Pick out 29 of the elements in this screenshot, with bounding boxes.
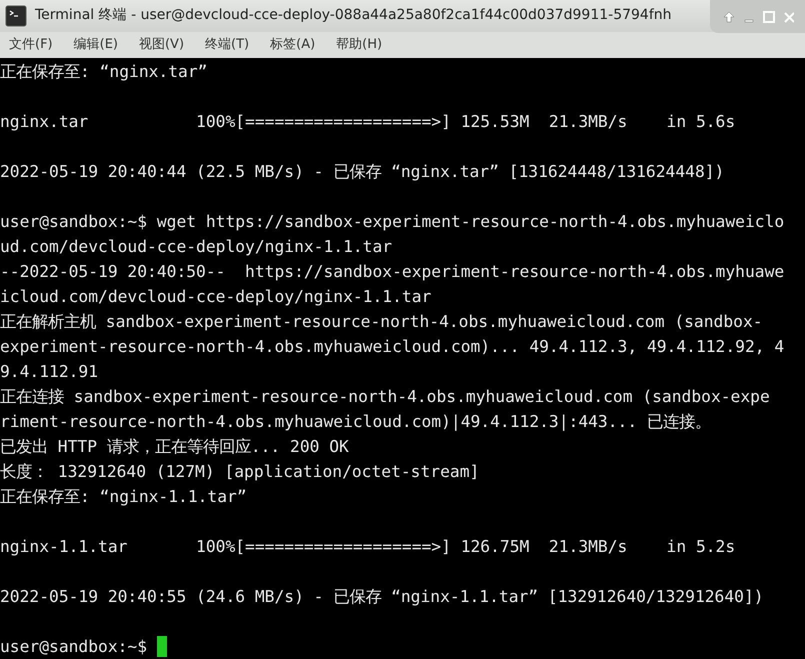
menu-item[interactable]: 视图(V): [138, 35, 184, 55]
close-icon[interactable]: [782, 10, 794, 24]
terminal-line: user@sandbox:~$ wget https://sandbox-experiment-resource-north-4.obs.myhuaweiclo: [0, 211, 784, 233]
terminal-prompt: user@sandbox:~$: [0, 636, 148, 658]
terminal-line: experiment-resource-north-4.obs.myhuaweicloud.com)... 49.4.112.3, 49.4.112.92, 4: [0, 336, 784, 358]
terminal-line: nginx.tar 100%[===================>] 125.53M 21.3MB/s in 5.6s: [0, 111, 736, 133]
terminal-line: icloud.com/devcloud-cce-deploy/nginx-1.1.tar: [0, 286, 432, 308]
terminal-line: riment-resource-north-4.obs.myhuaweicloud.com)|49.4.112.3|:443... 已连接。: [0, 411, 711, 433]
maximize-icon[interactable]: [762, 10, 776, 24]
terminal-line: 2022-05-19 20:40:55 (24.6 MB/s) - 已保存 “nginx-1.1.tar” [132912640/132912640]): [0, 586, 764, 608]
terminal-line: ud.com/devcloud-cce-deploy/nginx-1.1.tar: [0, 236, 392, 258]
terminal-line: 长度： 132912640 (127M) [application/octet-stream]: [0, 461, 480, 483]
terminal-line: 已发出 HTTP 请求，正在等待回应... 200 OK: [0, 436, 349, 458]
menu-item[interactable]: 帮助(H): [336, 35, 382, 55]
menu-item[interactable]: 文件(F): [9, 35, 53, 55]
arrow-up-icon[interactable]: [722, 10, 736, 24]
terminal-line: --2022-05-19 20:40:50-- https://sandbox-experiment-resource-north-4.obs.myhuawe: [0, 261, 784, 283]
window-title: Terminal 终端 - user@devcloud-cce-deploy-088a44a25a80f2ca1f44c00d037d9911-5794fnh: [35, 6, 672, 26]
terminal-line: 正在保存至: “nginx.tar”: [0, 61, 208, 83]
terminal-line: nginx-1.1.tar 100%[===================>] 126.75M 21.3MB/s in 5.2s: [0, 536, 736, 558]
terminal-line: 正在解析主机 sandbox-experiment-resource-north-4.obs.myhuaweicloud.com (sandbox-: [0, 311, 763, 333]
menu-item[interactable]: 编辑(E): [74, 35, 118, 55]
terminal-line: 2022-05-19 20:40:44 (22.5 MB/s) - 已保存 “nginx.tar” [131624448/131624448]): [0, 161, 724, 183]
terminal-line: 9.4.112.91: [0, 361, 98, 383]
terminal-line: 正在连接 sandbox-experiment-resource-north-4.obs.myhuaweicloud.com (sandbox-expe: [0, 386, 770, 408]
terminal-icon: [5, 4, 27, 27]
menu-item[interactable]: 终端(T): [205, 35, 250, 55]
menu-item[interactable]: 标签(A): [270, 35, 316, 55]
terminal-line: 正在保存至: “nginx-1.1.tar”: [0, 486, 247, 508]
